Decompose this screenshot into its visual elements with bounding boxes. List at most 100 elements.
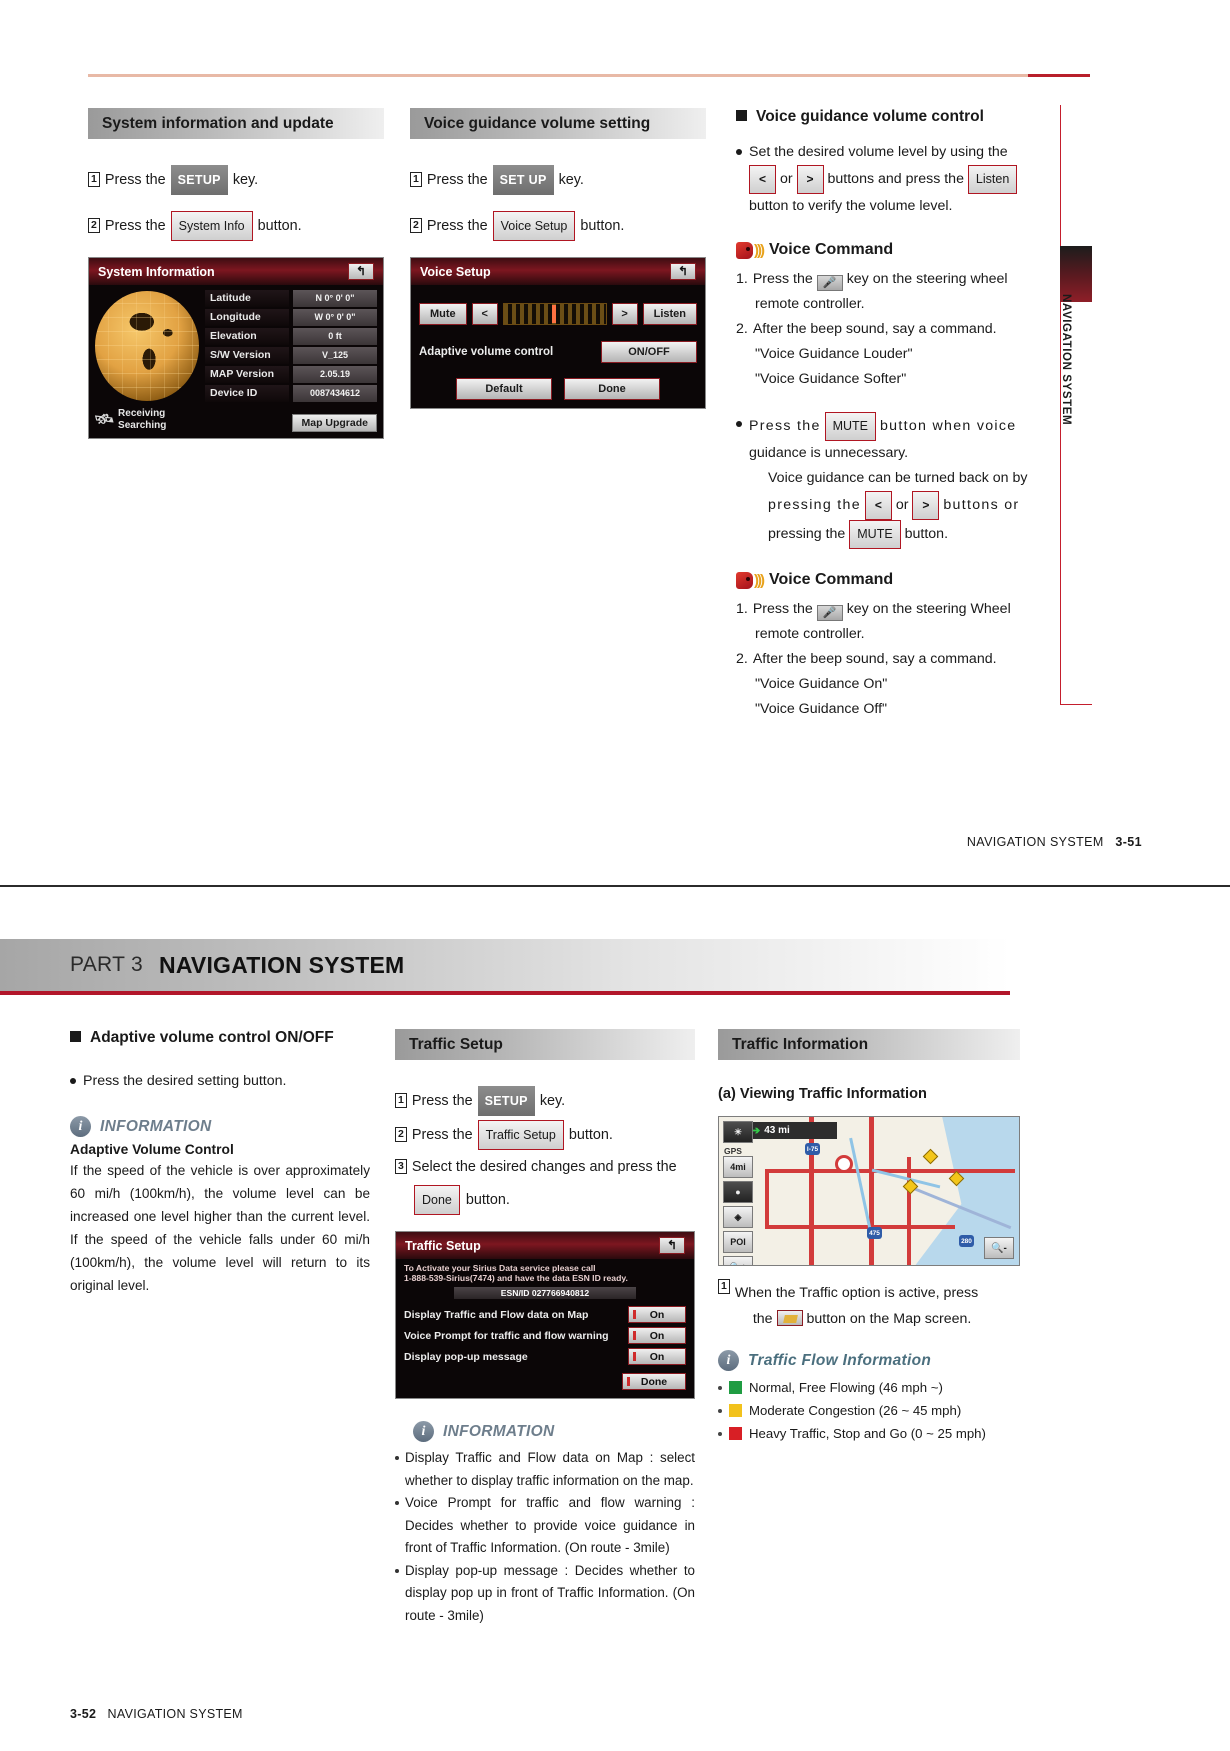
- step-text-pre: Press the: [426, 218, 488, 234]
- listen-button[interactable]: Listen: [642, 303, 697, 325]
- setup-key[interactable]: SETUP: [477, 1086, 535, 1116]
- listen-key[interactable]: Listen: [967, 165, 1018, 194]
- bullet-dot-icon: [395, 1456, 399, 1460]
- mute-key-2[interactable]: MUTE: [849, 520, 901, 549]
- step-text-pre: Select the desired changes and press the: [411, 1159, 677, 1175]
- volume-down-button[interactable]: <: [471, 303, 498, 325]
- bullet-text-8: button.: [904, 526, 949, 542]
- voice-command-icon: ))): [736, 571, 765, 589]
- step-number: 2: [410, 217, 422, 233]
- top-rule: [88, 74, 1028, 77]
- traffic-toggle-icon[interactable]: ●: [723, 1181, 753, 1203]
- heading-adaptive-volume-onoff: Adaptive volume control ON/OFF: [70, 1029, 370, 1047]
- list-text: After the beep sound, say a command.: [752, 321, 997, 337]
- list-number: 2.: [736, 651, 748, 667]
- part-title: NAVIGATION SYSTEM: [159, 951, 405, 978]
- heading-voice-guidance-volume-control: Voice guidance volume control: [736, 108, 1043, 126]
- voice-setup-body: Mute < > Listen Adaptive volume control …: [411, 285, 705, 408]
- volume-meter[interactable]: [502, 303, 607, 325]
- column-voice-guidance-volume-control: Voice guidance volume control Set the de…: [736, 108, 1043, 722]
- back-icon[interactable]: ↰: [658, 1237, 685, 1254]
- row-value: W 0° 0' 0": [293, 309, 377, 326]
- mute-key[interactable]: MUTE: [824, 412, 877, 441]
- voice-command-title: Voice Command: [769, 571, 894, 588]
- setup-key[interactable]: SET UP: [492, 165, 554, 195]
- bullet-text-4: Voice guidance can be turned back on by: [768, 470, 1028, 486]
- page-3-51: NAVIGATION SYSTEM System information and…: [0, 0, 1230, 885]
- information-subtitle: Adaptive Volume Control: [70, 1142, 234, 1157]
- volume-down-key[interactable]: <: [864, 491, 892, 520]
- list-number: 1.: [736, 271, 748, 287]
- step-press-setup: 1 Press the SET UP key.: [410, 165, 706, 195]
- step-text-pre: Press the: [411, 1093, 473, 1109]
- traffic-flag-icon[interactable]: ◈: [723, 1206, 753, 1228]
- traffic-warning-icon: [922, 1148, 939, 1165]
- traffic-setup-button[interactable]: Traffic Setup: [477, 1120, 564, 1150]
- traffic-button-icon[interactable]: [776, 1310, 803, 1326]
- bullet-text-3: button to verify the volume level.: [749, 198, 953, 214]
- list-text-a: Press the: [752, 601, 813, 617]
- voice-recognition-key-icon[interactable]: 🎤: [816, 275, 843, 291]
- distance-banner: ➔ 43 mi: [745, 1122, 837, 1139]
- step-select-changes: 3 Select the desired changes and press t…: [395, 1154, 695, 1215]
- step-number: 1: [718, 1279, 730, 1294]
- footer-label: NAVIGATION SYSTEM: [966, 835, 1104, 849]
- road-vertical-1: [809, 1117, 814, 1265]
- zoom-out-button[interactable]: 🔍 -: [984, 1237, 1014, 1259]
- volume-up-button[interactable]: >: [611, 303, 638, 325]
- voice-command-icon: ))): [736, 241, 765, 259]
- default-button[interactable]: Default: [456, 378, 552, 400]
- volume-up-key[interactable]: >: [796, 165, 824, 194]
- adaptive-onoff-button[interactable]: ON/OFF: [601, 340, 697, 363]
- toggle-popup-message[interactable]: On: [628, 1348, 686, 1365]
- voice-recognition-key-icon[interactable]: 🎤: [816, 605, 843, 621]
- step-text-post: button.: [257, 218, 302, 234]
- done-button[interactable]: Done: [564, 378, 660, 400]
- volume-up-key[interactable]: >: [912, 491, 940, 520]
- voice-command-heading-2: ))) Voice Command: [736, 571, 1043, 589]
- subsection-viewing-traffic: (a) Viewing Traffic Information: [718, 1086, 927, 1102]
- compass-icon[interactable]: ☀: [723, 1121, 753, 1143]
- step-number: 1: [410, 171, 422, 187]
- bullet-dot-icon: [718, 1408, 722, 1413]
- done-button[interactable]: Done: [414, 1185, 460, 1215]
- mouth-icon: [736, 241, 753, 259]
- or-text: or: [779, 171, 793, 187]
- bullet-text-2: buttons and press the: [827, 171, 964, 187]
- volume-down-key[interactable]: <: [749, 165, 777, 194]
- map-scale-button[interactable]: 4mi: [723, 1156, 753, 1178]
- map-upgrade-button[interactable]: Map Upgrade: [292, 414, 377, 432]
- step-number: 1: [395, 1092, 407, 1108]
- table-row: MAP Version 2.05.19: [205, 366, 377, 383]
- square-bullet-icon: [70, 1031, 81, 1042]
- road-vertical-2: [869, 1117, 874, 1265]
- back-icon[interactable]: ↰: [347, 263, 374, 280]
- screen-titlebar: Voice Setup ↰: [411, 258, 705, 285]
- poi-button[interactable]: POI: [723, 1231, 753, 1253]
- route-shield-icon: 280: [959, 1235, 974, 1247]
- done-button[interactable]: Done: [622, 1373, 686, 1390]
- screen-footer-row: 🛰 Receiving Searching Map Upgrade: [89, 408, 383, 438]
- bullet-dot-icon: [395, 1568, 399, 1573]
- toggle-voice-prompt[interactable]: On: [628, 1327, 686, 1344]
- toggle-display-traffic[interactable]: On: [628, 1306, 686, 1323]
- list-item: 2. After the beep sound, say a command.: [736, 317, 1043, 342]
- color-swatch-heavy: [729, 1427, 742, 1440]
- activation-note-line2: 1-888-539-Sirius(7474) and have the data…: [404, 1273, 628, 1283]
- back-icon[interactable]: ↰: [669, 263, 696, 280]
- volume-meter-indicator: [551, 305, 556, 323]
- bullet-text-1: Press the: [749, 418, 821, 434]
- page-footer: NAVIGATION SYSTEM 3-51: [967, 835, 1142, 849]
- information-title: Traffic Flow Information: [748, 1351, 932, 1369]
- system-info-button[interactable]: System Info: [170, 211, 253, 241]
- column-voice-guidance-volume: Voice guidance volume setting 1 Press th…: [410, 108, 706, 409]
- voice-setup-button[interactable]: Voice Setup: [492, 211, 576, 241]
- voice-setup-screenshot: Voice Setup ↰ Mute < > Listen Adaptive v…: [410, 257, 706, 409]
- list-continuation: remote controller.: [755, 296, 865, 312]
- list-item: Voice Prompt for traffic and flow warnin…: [395, 1492, 695, 1560]
- mute-button[interactable]: Mute: [419, 303, 467, 325]
- setup-key[interactable]: SETUP: [170, 165, 228, 195]
- zoom-in-button[interactable]: 🔍+: [723, 1256, 753, 1265]
- page-footer: 3-52 NAVIGATION SYSTEM: [70, 1707, 243, 1721]
- adaptive-volume-row: Adaptive volume control ON/OFF: [419, 340, 697, 363]
